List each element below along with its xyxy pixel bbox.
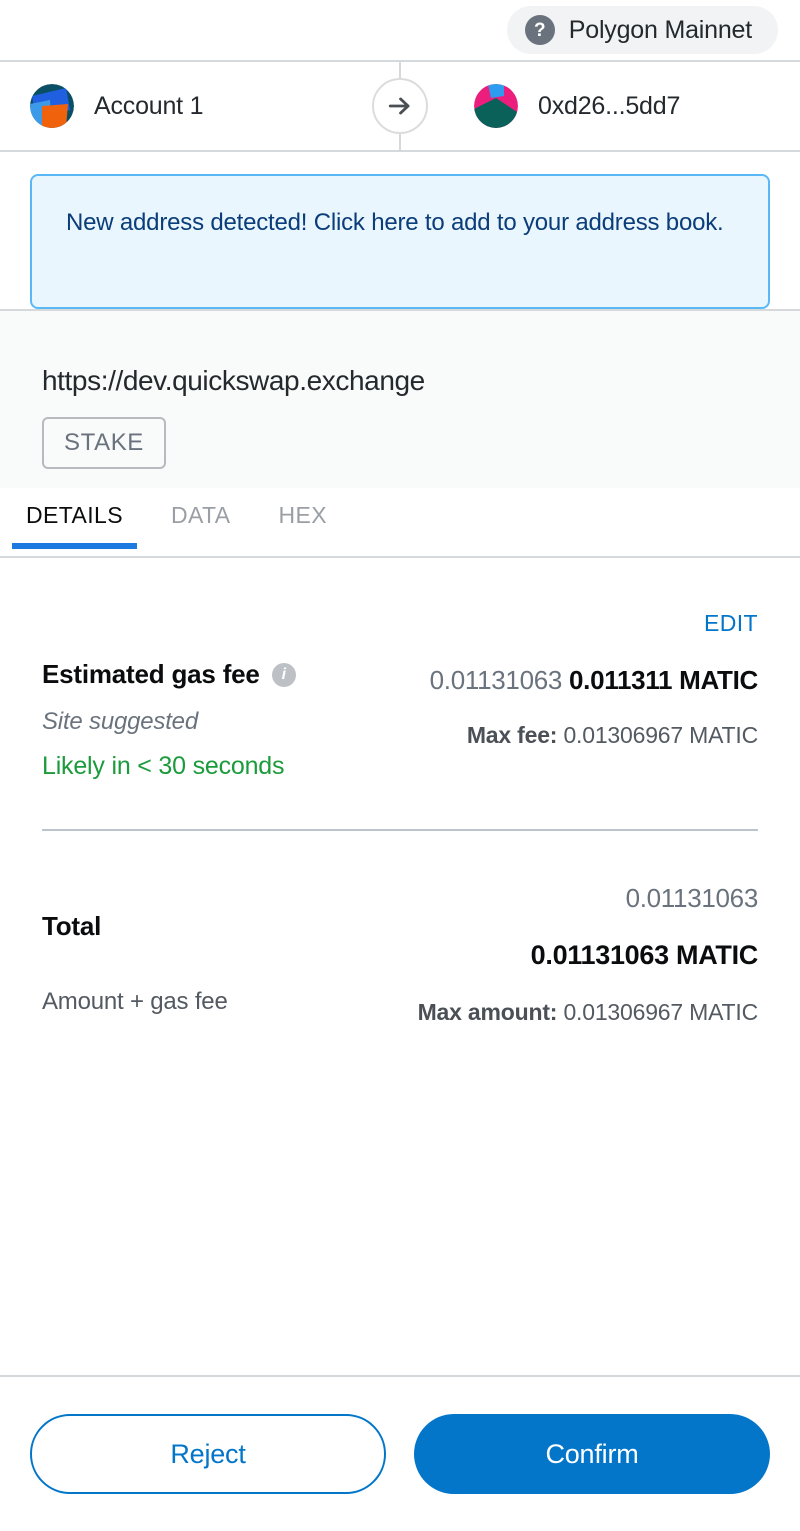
origin-url: https://dev.quickswap.exchange (42, 365, 425, 396)
total-title: Total (42, 911, 102, 941)
recipient-account[interactable]: 0xd26...5dd7 (400, 84, 800, 128)
gas-fee-row: Estimated gas fee i Site suggested Likel… (42, 659, 758, 781)
gas-fee-suggestion: Site suggested (42, 708, 198, 735)
gas-fee-title: Estimated gas fee i (42, 659, 296, 690)
details-panel: EDIT Estimated gas fee i Site suggested … (0, 558, 800, 1375)
info-icon[interactable]: i (271, 662, 296, 687)
network-name-label: Polygon Mainnet (568, 15, 752, 44)
divider-line-bottom (399, 134, 401, 150)
action-footer: Reject Confirm (0, 1375, 800, 1531)
new-address-alert-text: New address detected! Click here to add … (66, 209, 724, 236)
gas-fee-values: 0.01131063 0.011311 MATIC (429, 665, 759, 696)
transaction-confirmation-screen: ? Polygon Mainnet Account 1 0xd26...5dd7… (0, 0, 800, 1531)
origin-section: https://dev.quickswap.exchange STAKE (0, 311, 800, 488)
gas-fee-speed: Likely in < 30 seconds (42, 752, 285, 780)
max-amount-value: 0.01306967 MATIC (563, 999, 758, 1025)
transfer-arrow (372, 62, 428, 150)
sender-account-label: Account 1 (94, 91, 204, 120)
new-address-alert[interactable]: New address detected! Click here to add … (30, 174, 770, 309)
max-amount-label: Max amount: (417, 999, 558, 1025)
arrow-right-icon (372, 78, 428, 134)
gas-fee-secondary-value: 0.01131063 (429, 665, 563, 695)
network-header: ? Polygon Mainnet (0, 0, 800, 62)
gas-fee-title-label: Estimated gas fee (42, 659, 260, 689)
recipient-address-label: 0xd26...5dd7 (538, 91, 681, 120)
total-subtitle: Amount + gas fee (42, 988, 228, 1015)
max-fee-label: Max fee: (466, 722, 558, 748)
account-jazzicon (30, 84, 74, 128)
confirm-button[interactable]: Confirm (414, 1414, 770, 1494)
total-secondary-value: 0.01131063 (625, 883, 759, 913)
gas-fee-primary-value: 0.011311 MATIC (569, 665, 758, 695)
tab-data[interactable]: DATA (171, 502, 231, 547)
total-row: Total Amount + gas fee 0.01131063 0.0113… (42, 883, 758, 1026)
reject-button[interactable]: Reject (30, 1414, 386, 1494)
total-right: 0.01131063 0.01131063 MATIC Max amount: … (417, 883, 759, 1026)
gas-fee-right: 0.01131063 0.011311 MATIC Max fee: 0.013… (429, 659, 759, 749)
max-fee-value: 0.01306967 MATIC (563, 722, 758, 748)
question-mark-icon: ? (524, 15, 555, 45)
transaction-type-tag: STAKE (42, 417, 166, 469)
transfer-parties-row: Account 1 0xd26...5dd7 (0, 62, 800, 152)
divider-line-top (399, 62, 401, 78)
tab-bar: DETAILS DATA HEX (0, 488, 800, 558)
recipient-jazzicon (474, 84, 518, 128)
network-selector[interactable]: ? Polygon Mainnet (506, 6, 778, 54)
max-amount-row: Max amount: 0.01306967 MATIC (417, 999, 759, 1026)
sender-account[interactable]: Account 1 (0, 84, 400, 128)
total-primary-value: 0.01131063 MATIC (530, 940, 759, 970)
edit-row: EDIT (42, 558, 758, 637)
alert-zone: New address detected! Click here to add … (0, 152, 800, 311)
tab-hex[interactable]: HEX (279, 502, 328, 547)
tab-details[interactable]: DETAILS (12, 502, 137, 549)
section-divider (42, 829, 758, 831)
gas-fee-left: Estimated gas fee i Site suggested Likel… (42, 659, 296, 781)
edit-gas-button[interactable]: EDIT (704, 610, 758, 637)
max-fee-row: Max fee: 0.01306967 MATIC (430, 722, 758, 749)
total-left: Total Amount + gas fee (42, 883, 228, 1016)
